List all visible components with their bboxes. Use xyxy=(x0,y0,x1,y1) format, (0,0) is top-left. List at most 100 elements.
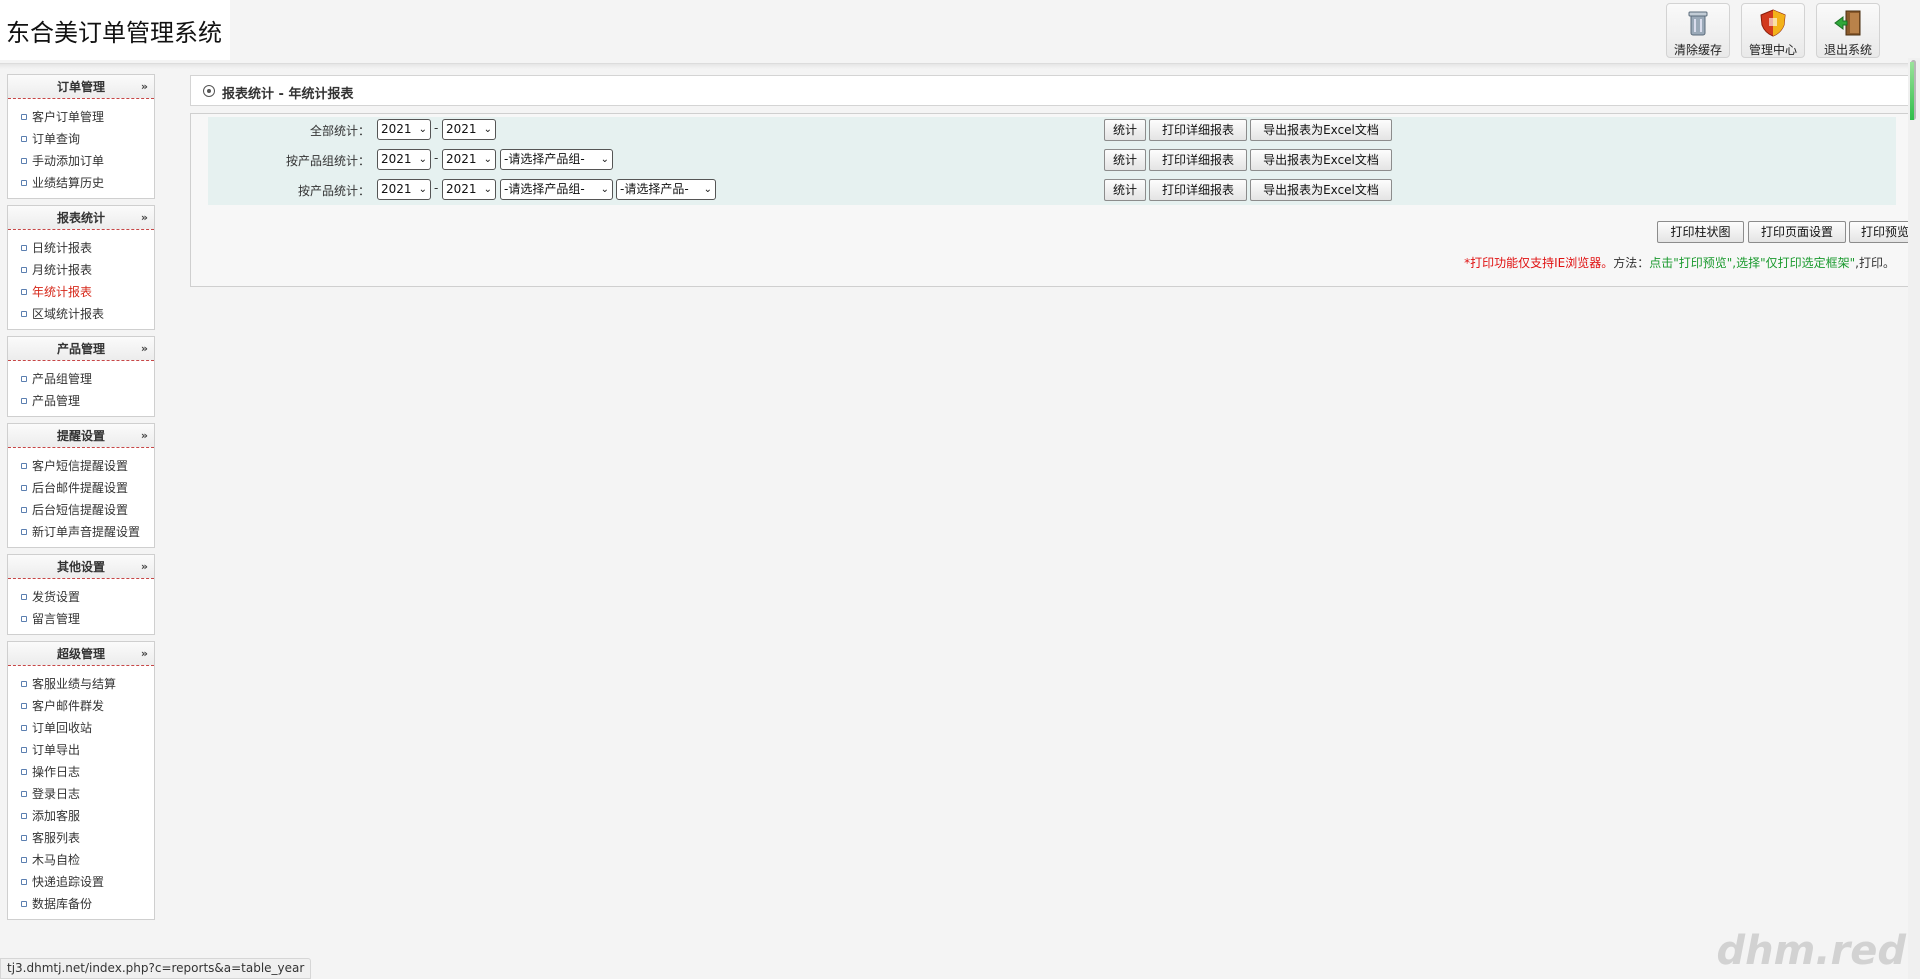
year-to-select[interactable]: 2021 ⌄ xyxy=(442,179,496,200)
sidebar-group-orders: 订单管理 » 客户订单管理 订单查询 手动添加订单 业绩结算历史 xyxy=(7,74,155,199)
sidebar-group-title: 其他设置 xyxy=(56,560,105,574)
year-from-select[interactable]: 2021 ⌄ xyxy=(377,179,431,200)
stat-button[interactable]: 统计 xyxy=(1104,119,1146,141)
sidebar-item[interactable]: 订单查询 xyxy=(8,128,154,150)
sidebar-item[interactable]: 快递追踪设置 xyxy=(8,871,154,893)
range-separator: - xyxy=(434,181,439,195)
bullet-icon xyxy=(21,901,27,907)
sidebar-group-products: 产品管理 » 产品组管理 产品管理 xyxy=(7,336,155,417)
product-group-select[interactable]: -请选择产品组- ⌄ xyxy=(500,179,613,200)
sidebar-item-label: 后台短信提醒设置 xyxy=(32,503,129,517)
bullet-icon xyxy=(21,835,27,841)
sidebar-item[interactable]: 登录日志 xyxy=(8,783,154,805)
sidebar-item-label: 客户邮件群发 xyxy=(32,699,105,713)
sidebar-item[interactable]: 业绩结算历史 xyxy=(8,172,154,194)
sidebar-item[interactable]: 木马自检 xyxy=(8,849,154,871)
bullet-icon xyxy=(21,681,27,687)
watermark: dhm.red xyxy=(1716,928,1906,974)
bullet-icon xyxy=(21,463,27,469)
admin-center-label: 管理中心 xyxy=(1748,43,1797,57)
sidebar-item[interactable]: 客服列表 xyxy=(8,827,154,849)
bullet-icon xyxy=(21,376,27,382)
sidebar-item[interactable]: 客服业绩与结算 xyxy=(8,673,154,695)
print-detail-button[interactable]: 打印详细报表 xyxy=(1149,149,1247,171)
sidebar-group-header[interactable]: 订单管理 » xyxy=(8,75,154,99)
sidebar-item[interactable]: 发货设置 xyxy=(8,586,154,608)
sidebar-group-header[interactable]: 产品管理 » xyxy=(8,337,154,361)
sidebar-group-header[interactable]: 报表统计 » xyxy=(8,206,154,230)
sidebar-item[interactable]: 添加客服 xyxy=(8,805,154,827)
sidebar-item-label: 业绩结算历史 xyxy=(32,176,105,190)
sidebar-item-label: 客户订单管理 xyxy=(32,110,105,124)
sidebar-item-label: 快递追踪设置 xyxy=(32,875,105,889)
report-form: 全部统计： 2021 ⌄ - 2021 ⌄ 统计 打印详细报表 导出报表为Excel… xyxy=(208,117,1896,205)
chevron-down-icon: ⌄ xyxy=(600,154,609,165)
sidebar-item[interactable]: 数据库备份 xyxy=(8,893,154,915)
clear-cache-label: 清除缓存 xyxy=(1673,43,1722,57)
stat-button[interactable]: 统计 xyxy=(1104,179,1146,201)
product-select[interactable]: -请选择产品- ⌄ xyxy=(616,179,716,200)
print-detail-button[interactable]: 打印详细报表 xyxy=(1149,119,1247,141)
print-note-warning: *打印功能仅支持IE浏览器。 xyxy=(1464,256,1614,270)
sidebar-item[interactable]: 后台短信提醒设置 xyxy=(8,499,154,521)
clear-cache-button[interactable]: 清除缓存 xyxy=(1666,3,1730,58)
vertical-scrollbar[interactable] xyxy=(1908,58,1920,979)
sidebar-item[interactable]: 区域统计报表 xyxy=(8,303,154,325)
product-value: -请选择产品- xyxy=(620,182,689,196)
bullet-icon xyxy=(21,158,27,164)
sidebar-group-header[interactable]: 其他设置 » xyxy=(8,555,154,579)
exit-door-icon xyxy=(1834,10,1861,36)
bullet-icon xyxy=(21,507,27,513)
sidebar-group-header[interactable]: 超级管理 » xyxy=(8,642,154,666)
stat-button[interactable]: 统计 xyxy=(1104,149,1146,171)
admin-center-button[interactable]: 管理中心 xyxy=(1741,3,1805,58)
chevron-down-icon: » xyxy=(140,429,148,442)
bullet-icon xyxy=(21,769,27,775)
sidebar-item[interactable]: 产品管理 xyxy=(8,390,154,412)
sidebar-item[interactable]: 月统计报表 xyxy=(8,259,154,281)
sidebar-item[interactable]: 日统计报表 xyxy=(8,237,154,259)
year-from-select[interactable]: 2021 ⌄ xyxy=(377,149,431,170)
year-from-select[interactable]: 2021 ⌄ xyxy=(377,119,431,140)
export-excel-button[interactable]: 导出报表为Excel文档 xyxy=(1250,179,1392,201)
sidebar-item[interactable]: 客户订单管理 xyxy=(8,106,154,128)
chevron-down-icon: ⌄ xyxy=(418,154,427,165)
print-toolbar: 打印柱状图 打印页面设置 打印预览 xyxy=(191,219,1920,243)
sidebar-item-label: 登录日志 xyxy=(32,787,81,801)
year-to-value: 2021 xyxy=(446,182,477,196)
sidebar-item-active[interactable]: 年统计报表 xyxy=(8,281,154,303)
sidebar-item-label: 新订单声音提醒设置 xyxy=(32,525,141,539)
sidebar-item[interactable]: 客户短信提醒设置 xyxy=(8,455,154,477)
sidebar-item[interactable]: 新订单声音提醒设置 xyxy=(8,521,154,543)
chevron-down-icon: ⌄ xyxy=(600,184,609,195)
header-shadow xyxy=(0,64,1920,69)
sidebar-item[interactable]: 订单回收站 xyxy=(8,717,154,739)
sidebar-item[interactable]: 后台邮件提醒设置 xyxy=(8,477,154,499)
sidebar-item[interactable]: 操作日志 xyxy=(8,761,154,783)
product-group-select[interactable]: -请选择产品组- ⌄ xyxy=(500,149,613,170)
logout-button[interactable]: 退出系统 xyxy=(1816,3,1880,58)
year-to-select[interactable]: 2021 ⌄ xyxy=(442,119,496,140)
sidebar-item[interactable]: 产品组管理 xyxy=(8,368,154,390)
sidebar-item[interactable]: 订单导出 xyxy=(8,739,154,761)
print-detail-button[interactable]: 打印详细报表 xyxy=(1149,179,1247,201)
year-from-value: 2021 xyxy=(381,152,412,166)
sidebar-item[interactable]: 留言管理 xyxy=(8,608,154,630)
sidebar-group-header[interactable]: 提醒设置 » xyxy=(8,424,154,448)
sidebar-group-reminders: 提醒设置 » 客户短信提醒设置 后台邮件提醒设置 后台短信提醒设置 新订单声音提… xyxy=(7,423,155,548)
bullet-icon xyxy=(21,879,27,885)
chevron-down-icon: ⌄ xyxy=(483,154,492,165)
export-excel-button[interactable]: 导出报表为Excel文档 xyxy=(1250,119,1392,141)
sidebar-group-title: 超级管理 xyxy=(56,647,105,661)
status-url: tj3.dhmtj.net/index.php?c=reports&a=tabl… xyxy=(0,958,312,979)
print-note: *打印功能仅支持IE浏览器。方法：点击"打印预览",选择"仅打印选定框架",打印… xyxy=(1464,254,1895,271)
bullet-icon xyxy=(21,398,27,404)
sidebar-item[interactable]: 客户邮件群发 xyxy=(8,695,154,717)
year-to-select[interactable]: 2021 ⌄ xyxy=(442,149,496,170)
year-to-value: 2021 xyxy=(446,152,477,166)
export-excel-button[interactable]: 导出报表为Excel文档 xyxy=(1250,149,1392,171)
print-bar-chart-button[interactable]: 打印柱状图 xyxy=(1657,221,1744,243)
sidebar-item[interactable]: 手动添加订单 xyxy=(8,150,154,172)
report-panel: 全部统计： 2021 ⌄ - 2021 ⌄ 统计 打印详细报表 导出报表为Excel… xyxy=(190,113,1920,287)
print-page-setup-button[interactable]: 打印页面设置 xyxy=(1748,221,1846,243)
